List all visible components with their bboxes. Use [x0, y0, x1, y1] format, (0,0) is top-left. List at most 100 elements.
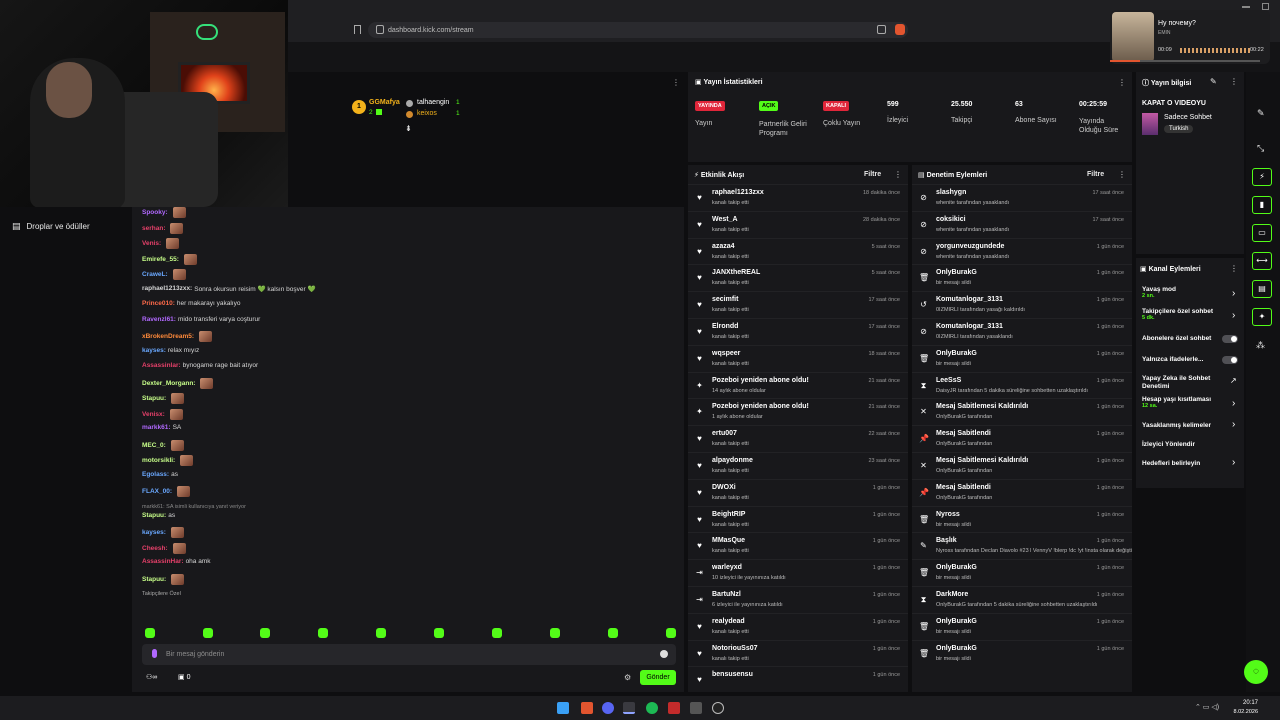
activity-row[interactable]: ♥ wqspeer kanalı takip etti 18 saat önce — [688, 344, 908, 371]
activity-row[interactable]: ♥ NotoriouSs07 kanalı takip etti 1 gün önce — [688, 639, 908, 666]
quick-action-5[interactable]: ▤ — [1252, 280, 1272, 298]
moderation-row[interactable]: 📌 Mesaj Sabitlendi OnlyBurakG tarafından 1 … — [912, 425, 1132, 451]
moderation-row[interactable]: 🗑 OnlyBurakG bir mesajı sildi 1 gün önce — [912, 559, 1132, 585]
send-button[interactable]: Gönder — [640, 670, 676, 685]
emote-7[interactable] — [492, 628, 502, 638]
activity-row[interactable]: ♥ azaza4 kanalı takip etti 5 saat önce — [688, 237, 908, 264]
chat-username[interactable]: Assassinlar: — [142, 362, 181, 369]
chat-username[interactable]: kayses: — [142, 347, 166, 354]
activity-row[interactable]: ♥ ertu007 kanalı takip etti 22 saat önce — [688, 425, 908, 451]
chat-username[interactable]: markk61: — [142, 424, 171, 431]
chat-username[interactable]: FLAX_00: — [142, 488, 172, 495]
app-icon-active[interactable] — [623, 702, 635, 714]
activity-row[interactable]: ✦ Pozeboi yeniden abone oldu! 1 aylık abon… — [688, 398, 908, 424]
discord-icon[interactable] — [602, 702, 614, 714]
chat-username[interactable]: Venis: — [142, 240, 161, 247]
chevron-right-icon[interactable]: › — [1232, 457, 1235, 468]
activity-row[interactable]: ♥ BeightRIP kanalı takip etti 1 gün önce — [688, 505, 908, 532]
url-bar[interactable]: dashboard.kick.com/stream — [368, 22, 908, 38]
moderation-row[interactable]: ⊘ Komutanlogar_3131 0IZMIRLI tarafından ya… — [912, 318, 1132, 344]
moderation-row[interactable]: ↺ Komutanlogar_3131 0IZMIRLI tarafından ya… — [912, 291, 1132, 317]
channel-more-icon[interactable]: ⋮ — [1230, 264, 1238, 273]
chat-username[interactable]: xBrokenDream5: — [142, 333, 194, 340]
emote-9[interactable] — [608, 628, 618, 638]
moderation-row[interactable]: 📌 Mesaj Sabitlendi OnlyBurakG tarafından 1 … — [912, 478, 1132, 505]
chat-username[interactable]: Spooky: — [142, 209, 168, 216]
moderation-row[interactable]: ✕ Mesaj Sabitlemesi Kaldırıldı OnlyBurakG … — [912, 398, 1132, 424]
activity-row[interactable]: ♥ DWOXi kanalı takip etti 1 gün önce — [688, 478, 908, 505]
activity-row[interactable]: ♥ MMasQue kanalı takip etti 1 gün önce — [688, 532, 908, 558]
chat-username[interactable]: Venisx: — [142, 411, 165, 418]
chat-username[interactable]: Dexter_Morgann: — [142, 380, 195, 387]
chevron-right-icon[interactable]: › — [1232, 419, 1235, 430]
chat-username[interactable]: Stapuu: — [142, 395, 166, 402]
app-icon-gray[interactable] — [690, 702, 702, 714]
activity-row[interactable]: ♥ alpaydonme kanalı takip etti 23 saat önce — [688, 452, 908, 478]
chat-username[interactable]: motorsikli: — [142, 457, 175, 464]
maximize-icon[interactable] — [1262, 3, 1269, 10]
add-widget-icon[interactable]: ⁂ — [1256, 340, 1265, 351]
activity-row[interactable]: ♥ realydead kanalı takip etti 1 gün önce — [688, 612, 908, 639]
chat-username[interactable]: MEC_0: — [142, 442, 166, 449]
subs-toggle[interactable] — [1222, 335, 1238, 343]
help-chat-icon[interactable]: ◌ — [1244, 660, 1268, 684]
stats-more-icon[interactable]: ⋮ — [1118, 78, 1126, 87]
emote-6[interactable] — [434, 628, 444, 638]
info-more-icon[interactable]: ⋮ — [1230, 77, 1238, 86]
spotify-icon[interactable] — [646, 702, 658, 714]
activity-row[interactable]: ♥ West_A kanalı takip etti 28 dakika önce — [688, 210, 908, 237]
activity-row[interactable]: ♥ raphael1213zxx kanalı takip etti 18 dakik… — [688, 184, 908, 210]
emote-2[interactable] — [203, 628, 213, 638]
chat-username[interactable]: AssassinHar: — [142, 558, 184, 565]
emote-1[interactable] — [145, 628, 155, 638]
nav-drops[interactable]: ▤ Droplar ve ödüller — [0, 221, 102, 232]
share-icon[interactable] — [877, 25, 886, 34]
chat-username[interactable]: Ravenzl61: — [142, 316, 176, 323]
gift-icon-bottom[interactable]: ▣ 0 — [178, 673, 190, 681]
chat-username[interactable]: Stapuu: — [142, 512, 166, 519]
brave-shield-icon[interactable] — [895, 24, 905, 35]
settings-icon[interactable]: ⚙ — [624, 673, 631, 682]
quick-action-1[interactable]: ⚡ — [1252, 168, 1272, 186]
pencil-icon[interactable]: ✎ — [1257, 108, 1265, 119]
quick-action-chat[interactable]: ▭ — [1252, 224, 1272, 242]
chevron-right-icon[interactable]: › — [1232, 310, 1235, 321]
chat-username[interactable]: Egolass: — [142, 471, 169, 478]
app-icon-red[interactable] — [668, 702, 680, 714]
chevron-right-icon[interactable]: › — [1232, 288, 1235, 299]
chat-username[interactable]: Prince010: — [142, 300, 175, 307]
brave-icon[interactable] — [581, 702, 593, 714]
moderation-row[interactable]: 🗑 OnlyBurakG bir mesajı sildi 1 gün önce — [912, 639, 1132, 666]
tray-icons[interactable]: ⌃ ▭ ◁) — [1195, 703, 1219, 711]
activity-row[interactable]: ♥ bensusensu 1 gün önce — [688, 666, 908, 692]
quick-action-2[interactable]: ▮ — [1252, 196, 1272, 214]
emote-5[interactable] — [376, 628, 386, 638]
activity-row[interactable]: ✦ Pozeboi yeniden abone oldu! 14 aylık abo… — [688, 371, 908, 398]
goals[interactable]: Hedefleri belirleyin — [1142, 460, 1242, 467]
chat-username[interactable]: Cheesh: — [142, 545, 168, 552]
emoji-icon[interactable] — [660, 650, 668, 658]
emote-3[interactable] — [260, 628, 270, 638]
chat-username[interactable]: serhan: — [142, 225, 165, 232]
slow-mode[interactable]: Yavaş mod 2 sn. — [1142, 286, 1242, 299]
activity-row[interactable]: ♥ JANXtheREAL kanalı takip etti 5 saat önce — [688, 264, 908, 290]
edit-icon[interactable]: ✎ — [1210, 77, 1217, 86]
activity-row[interactable]: ♥ secimfit kanalı takip etti 17 saat önce — [688, 291, 908, 317]
steam-icon[interactable] — [712, 702, 724, 714]
moderation-row[interactable]: ✎ Başlık Nyross tarafından Declan Diavolo … — [912, 532, 1132, 558]
banned-words[interactable]: Yasaklanmış kelimeler — [1142, 422, 1242, 429]
chat-username[interactable]: CraweL: — [142, 271, 168, 278]
mod-filter[interactable]: Filtre — [1087, 171, 1104, 178]
account-age[interactable]: Hesap yaşı kısıtlaması 12 sa. — [1142, 396, 1242, 409]
chat-username[interactable]: raphael1213zxx: — [142, 285, 192, 292]
pin-down-icon[interactable]: ⇟ — [405, 124, 412, 133]
bookmark-icon[interactable] — [354, 25, 361, 34]
quick-action-raid[interactable]: ⟷ — [1252, 252, 1272, 270]
emote-8[interactable] — [550, 628, 560, 638]
mic-icon[interactable] — [152, 649, 157, 658]
emote-toggle[interactable] — [1222, 356, 1238, 364]
moderation-row[interactable]: ⊘ coksikici whenite tarafından yasaklandı 1… — [912, 210, 1132, 237]
collapse-icon[interactable]: ⤡ — [1257, 143, 1264, 154]
emote-10[interactable] — [666, 628, 676, 638]
mod-more-icon[interactable]: ⋮ — [1118, 170, 1126, 179]
